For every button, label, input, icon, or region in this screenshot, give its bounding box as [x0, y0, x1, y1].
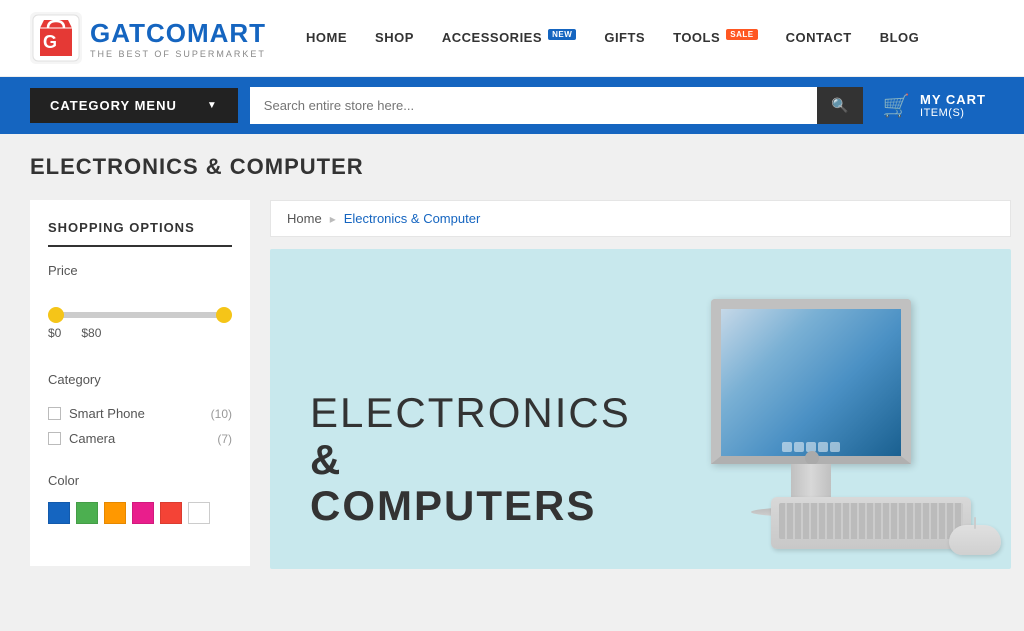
logo-text: GATCOMART THE BEST OF SUPERMARKET	[90, 18, 266, 59]
price-max: $80	[81, 326, 101, 340]
nav-item-accessories[interactable]: ACCESSORIES NEW	[442, 29, 576, 47]
dock-item	[794, 442, 804, 452]
nav-item-contact[interactable]: CONTACT	[786, 29, 852, 47]
slider-fill	[48, 312, 232, 318]
nav-badge-sale: SALE	[726, 29, 757, 40]
color-swatch-pink[interactable]	[132, 502, 154, 524]
category-item-smartphone[interactable]: Smart Phone (10)	[48, 401, 232, 426]
chevron-down-icon: ▼	[207, 100, 218, 111]
nav-link-shop[interactable]: SHOP	[375, 30, 414, 45]
category-name-camera: Camera	[69, 431, 115, 446]
price-min: $0	[48, 326, 61, 340]
cart-items-label: ITEM(S)	[920, 107, 964, 119]
banner-text: ELECTRONICS & COMPUTERS	[310, 390, 631, 569]
category-menu-button[interactable]: CATEGORY MENU ▼	[30, 88, 238, 123]
brand-tagline: THE BEST OF SUPERMARKET	[90, 49, 266, 59]
category-item-camera[interactable]: Camera (7)	[48, 426, 232, 451]
main-content: SHOPPING OPTIONS Price $0 $80 Category	[0, 190, 1024, 589]
search-icon: 🔍	[831, 97, 848, 113]
search-button[interactable]: 🔍	[817, 87, 862, 124]
page-title: ELECTRONICS & COMPUTER	[30, 154, 994, 180]
brand-name: GATCOMART	[90, 18, 266, 49]
nav-item-blog[interactable]: BLOG	[880, 29, 920, 47]
main-panel: Home ▸ Electronics & Computer ELECTRONIC…	[270, 200, 1011, 569]
category-name-smartphone: Smart Phone	[69, 406, 145, 421]
dock-item	[818, 442, 828, 452]
sidebar-title: SHOPPING OPTIONS	[48, 220, 232, 247]
banner: ELECTRONICS & COMPUTERS	[270, 249, 1011, 569]
logo-icon: G	[30, 12, 82, 64]
page-title-section: ELECTRONICS & COMPUTER	[0, 134, 1024, 190]
nav-item-tools[interactable]: TOOLS SALE	[673, 29, 758, 47]
nav-link-contact[interactable]: CONTACT	[786, 30, 852, 45]
imac-illustration	[631, 289, 971, 569]
nav-item-home[interactable]: HOME	[306, 29, 347, 47]
slider-thumb-max[interactable]	[216, 307, 232, 323]
search-bar: CATEGORY MENU ▼ 🔍 🛒 MY CART ITEM(S)	[0, 77, 1024, 134]
nav-link-gifts[interactable]: GIFTS	[604, 30, 645, 45]
mouse-illustration	[949, 525, 1001, 555]
category-menu-label: CATEGORY MENU	[50, 98, 177, 113]
nav-item-gifts[interactable]: GIFTS	[604, 29, 645, 47]
price-labels: $0 $80	[48, 326, 232, 340]
header: G GATCOMART THE BEST OF SUPERMARKET HOME…	[0, 0, 1024, 77]
price-slider-container: $0 $80	[48, 292, 232, 350]
category-checkbox-camera[interactable]	[48, 432, 61, 445]
cart-icon: 🛒	[883, 93, 910, 119]
svg-text:G: G	[43, 32, 57, 52]
sidebar: SHOPPING OPTIONS Price $0 $80 Category	[30, 200, 250, 566]
color-swatch-white[interactable]	[188, 502, 210, 524]
breadcrumb-separator: ▸	[330, 212, 336, 226]
nav-link-accessories[interactable]: ACCESSORIES NEW	[442, 30, 576, 45]
apple-logo-icon	[805, 451, 819, 465]
category-checkbox-smartphone[interactable]	[48, 407, 61, 420]
banner-line2: & COMPUTERS	[310, 436, 596, 529]
color-swatch-blue[interactable]	[48, 502, 70, 524]
price-label: Price	[48, 263, 232, 278]
banner-image	[631, 289, 971, 569]
category-filter: Category Smart Phone (10) Camera (7)	[48, 372, 232, 451]
breadcrumb-home[interactable]: Home	[287, 211, 322, 226]
breadcrumb: Home ▸ Electronics & Computer	[270, 200, 1011, 237]
color-swatch-orange[interactable]	[104, 502, 126, 524]
price-slider-track[interactable]	[48, 312, 232, 318]
imac-screen	[711, 299, 911, 464]
color-swatch-green[interactable]	[76, 502, 98, 524]
nav-item-shop[interactable]: SHOP	[375, 29, 414, 47]
dock-item	[782, 442, 792, 452]
search-input[interactable]	[250, 88, 817, 123]
logo[interactable]: G GATCOMART THE BEST OF SUPERMARKET	[30, 12, 266, 64]
nav-link-blog[interactable]: BLOG	[880, 30, 920, 45]
color-label: Color	[48, 473, 232, 488]
category-count-smartphone: (10)	[211, 407, 232, 421]
nav-link-tools[interactable]: TOOLS SALE	[673, 30, 758, 45]
dock-item	[830, 442, 840, 452]
category-list: Smart Phone (10) Camera (7)	[48, 401, 232, 451]
search-container: 🔍	[250, 87, 863, 124]
main-nav: HOME SHOP ACCESSORIES NEW GIFTS TOOLS SA…	[306, 29, 919, 47]
category-label: Category	[48, 372, 232, 387]
cart-title: MY CART	[920, 92, 986, 107]
category-count-camera: (7)	[217, 432, 232, 446]
color-filter: Color	[48, 473, 232, 524]
banner-line1: ELECTRONICS	[310, 389, 631, 436]
slider-thumb-min[interactable]	[48, 307, 64, 323]
price-filter: Price $0 $80	[48, 263, 232, 350]
nav-badge-new: NEW	[548, 29, 576, 40]
banner-heading: ELECTRONICS & COMPUTERS	[310, 390, 631, 529]
color-swatch-red[interactable]	[160, 502, 182, 524]
keyboard-illustration	[771, 497, 971, 549]
breadcrumb-current: Electronics & Computer	[344, 211, 481, 226]
cart-button[interactable]: 🛒 MY CART ITEM(S)	[875, 88, 994, 123]
color-swatches	[48, 502, 232, 524]
nav-link-home[interactable]: HOME	[306, 30, 347, 45]
cart-text: MY CART ITEM(S)	[920, 92, 986, 119]
nav-menu: HOME SHOP ACCESSORIES NEW GIFTS TOOLS SA…	[306, 29, 919, 47]
